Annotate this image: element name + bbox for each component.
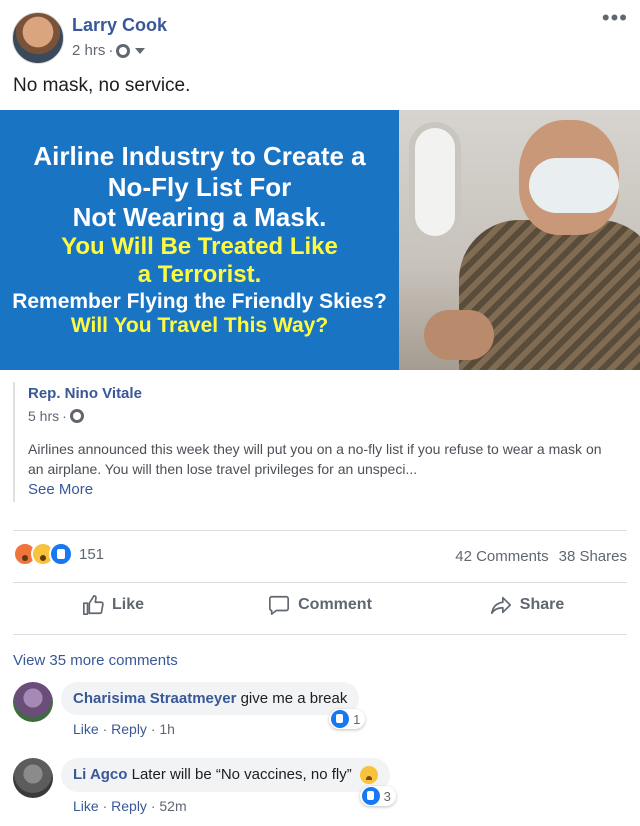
commenter-avatar[interactable] — [13, 682, 53, 722]
post-time[interactable]: 2 hrs — [72, 42, 105, 59]
chevron-down-icon[interactable] — [135, 47, 146, 54]
like-button[interactable]: Like — [13, 594, 213, 616]
comment-label: Comment — [298, 596, 372, 613]
commenter-name[interactable]: Charisima Straatmeyer — [73, 690, 236, 707]
comment-like-link[interactable]: Like — [73, 798, 99, 814]
engagement-counts: 42 Comments 38 Shares — [455, 548, 627, 565]
share-label: Share — [519, 596, 565, 613]
comment-time[interactable]: 52m — [159, 798, 186, 814]
comment-button[interactable]: Comment — [220, 594, 420, 616]
comment-time[interactable]: 1h — [159, 721, 175, 737]
shared-meta: 5 hrs · — [28, 408, 627, 424]
thumbs-up-icon — [82, 595, 104, 615]
comment-reaction-count: 3 — [383, 788, 391, 804]
airplane-window — [409, 122, 461, 242]
face-mask — [529, 158, 619, 213]
share-icon — [490, 596, 511, 615]
post-actions: Like Comment Share — [13, 594, 627, 616]
divider — [13, 634, 627, 635]
divider — [13, 582, 627, 583]
banner-line: Will You Travel This Way? — [70, 314, 329, 338]
comment-meta: Like · Reply · 52m — [73, 798, 187, 815]
banner-line: No-Fly List For — [107, 171, 292, 202]
masked-passenger-photo — [399, 110, 640, 370]
shared-post-card[interactable]: Rep. Nino Vitale 5 hrs · Airlines announ… — [13, 382, 627, 502]
comment-item: Li Agco Later will be “No vaccines, no f… — [13, 758, 396, 815]
comment-text: give me a break — [240, 690, 348, 707]
shared-body: Airlines announced this week they will p… — [28, 441, 602, 477]
comment-bubble: Charisima Straatmeyer give me a break 1 — [61, 682, 366, 729]
post-image[interactable]: Airline Industry to Create a No-Fly List… — [0, 110, 640, 370]
divider — [13, 530, 627, 531]
see-more-link[interactable]: See More — [28, 481, 627, 498]
author-name[interactable]: Larry Cook — [72, 15, 167, 36]
banner-line: You Will Be Treated Like — [61, 232, 338, 260]
author-avatar[interactable] — [12, 12, 64, 64]
more-options-icon[interactable]: ••• — [602, 7, 628, 29]
like-icon — [49, 542, 73, 566]
comment-reply-link[interactable]: Reply — [111, 798, 147, 814]
globe-icon — [69, 409, 84, 423]
comment-like-link[interactable]: Like — [73, 721, 99, 737]
comment-reply-link[interactable]: Reply — [111, 721, 147, 737]
comment-reactions[interactable]: 1 — [329, 709, 366, 729]
post-header: Larry Cook 2 hrs · — [12, 12, 167, 64]
view-more-comments-link[interactable]: View 35 more comments — [13, 652, 178, 669]
like-icon — [331, 710, 350, 728]
banner-line: Airline Industry to Create a — [33, 140, 366, 171]
comment-reaction-count: 1 — [353, 711, 361, 727]
meta-separator: · — [108, 42, 114, 59]
comment-item: Charisima Straatmeyer give me a break 1 … — [13, 682, 366, 737]
tired-face-icon — [359, 766, 378, 785]
banner-text-panel: Airline Industry to Create a No-Fly List… — [0, 110, 399, 370]
like-icon — [361, 787, 380, 806]
commenter-avatar[interactable] — [13, 758, 53, 798]
share-button[interactable]: Share — [427, 594, 627, 616]
comment-bubble: Li Agco Later will be “No vaccines, no f… — [61, 758, 396, 807]
shared-author-name[interactable]: Rep. Nino Vitale — [28, 385, 627, 402]
globe-icon[interactable] — [116, 43, 131, 58]
comment-icon — [269, 595, 290, 615]
banner-line: a Terrorist. — [137, 261, 262, 289]
shares-count-link[interactable]: 38 Shares — [559, 548, 627, 565]
passenger-hand — [424, 310, 494, 360]
comment-reactions[interactable]: 3 — [359, 786, 396, 807]
meta-separator: · — [62, 408, 67, 424]
reaction-count: 151 — [79, 545, 105, 563]
reactions-summary[interactable]: 151 — [13, 542, 104, 566]
comments-count-link[interactable]: 42 Comments — [455, 548, 548, 565]
comment-text: Later will be “No vaccines, no fly” — [131, 766, 352, 783]
shared-time[interactable]: 5 hrs — [28, 408, 59, 424]
like-label: Like — [111, 596, 144, 613]
banner-line: Remember Flying the Friendly Skies? — [12, 289, 387, 313]
commenter-name[interactable]: Li Agco — [73, 766, 127, 783]
banner-line: Not Wearing a Mask. — [72, 202, 327, 233]
comment-meta: Like · Reply · 1h — [73, 721, 175, 737]
post-text: No mask, no service. — [13, 75, 191, 96]
post-meta: 2 hrs · — [72, 42, 167, 59]
